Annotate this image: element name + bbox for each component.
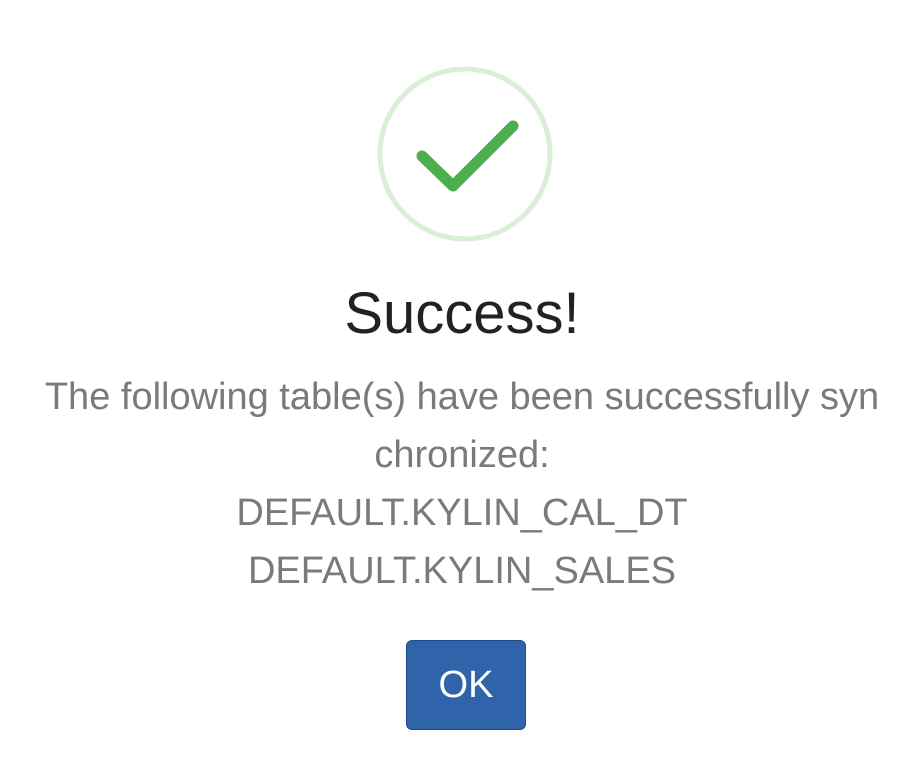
ok-button[interactable]: OK xyxy=(406,640,526,730)
success-dialog: Success! The following table(s) have bee… xyxy=(0,0,924,758)
checkmark-icon xyxy=(377,66,553,242)
message-line: DEFAULT.KYLIN_CAL_DT xyxy=(236,492,688,534)
message-line: The following table(s) have been success… xyxy=(44,376,880,418)
dialog-message: The following table(s) have been success… xyxy=(10,368,914,600)
dialog-title: Success! xyxy=(344,281,580,346)
message-line: DEFAULT.KYLIN_SALES xyxy=(247,550,677,592)
message-line: chronized: xyxy=(374,434,550,476)
